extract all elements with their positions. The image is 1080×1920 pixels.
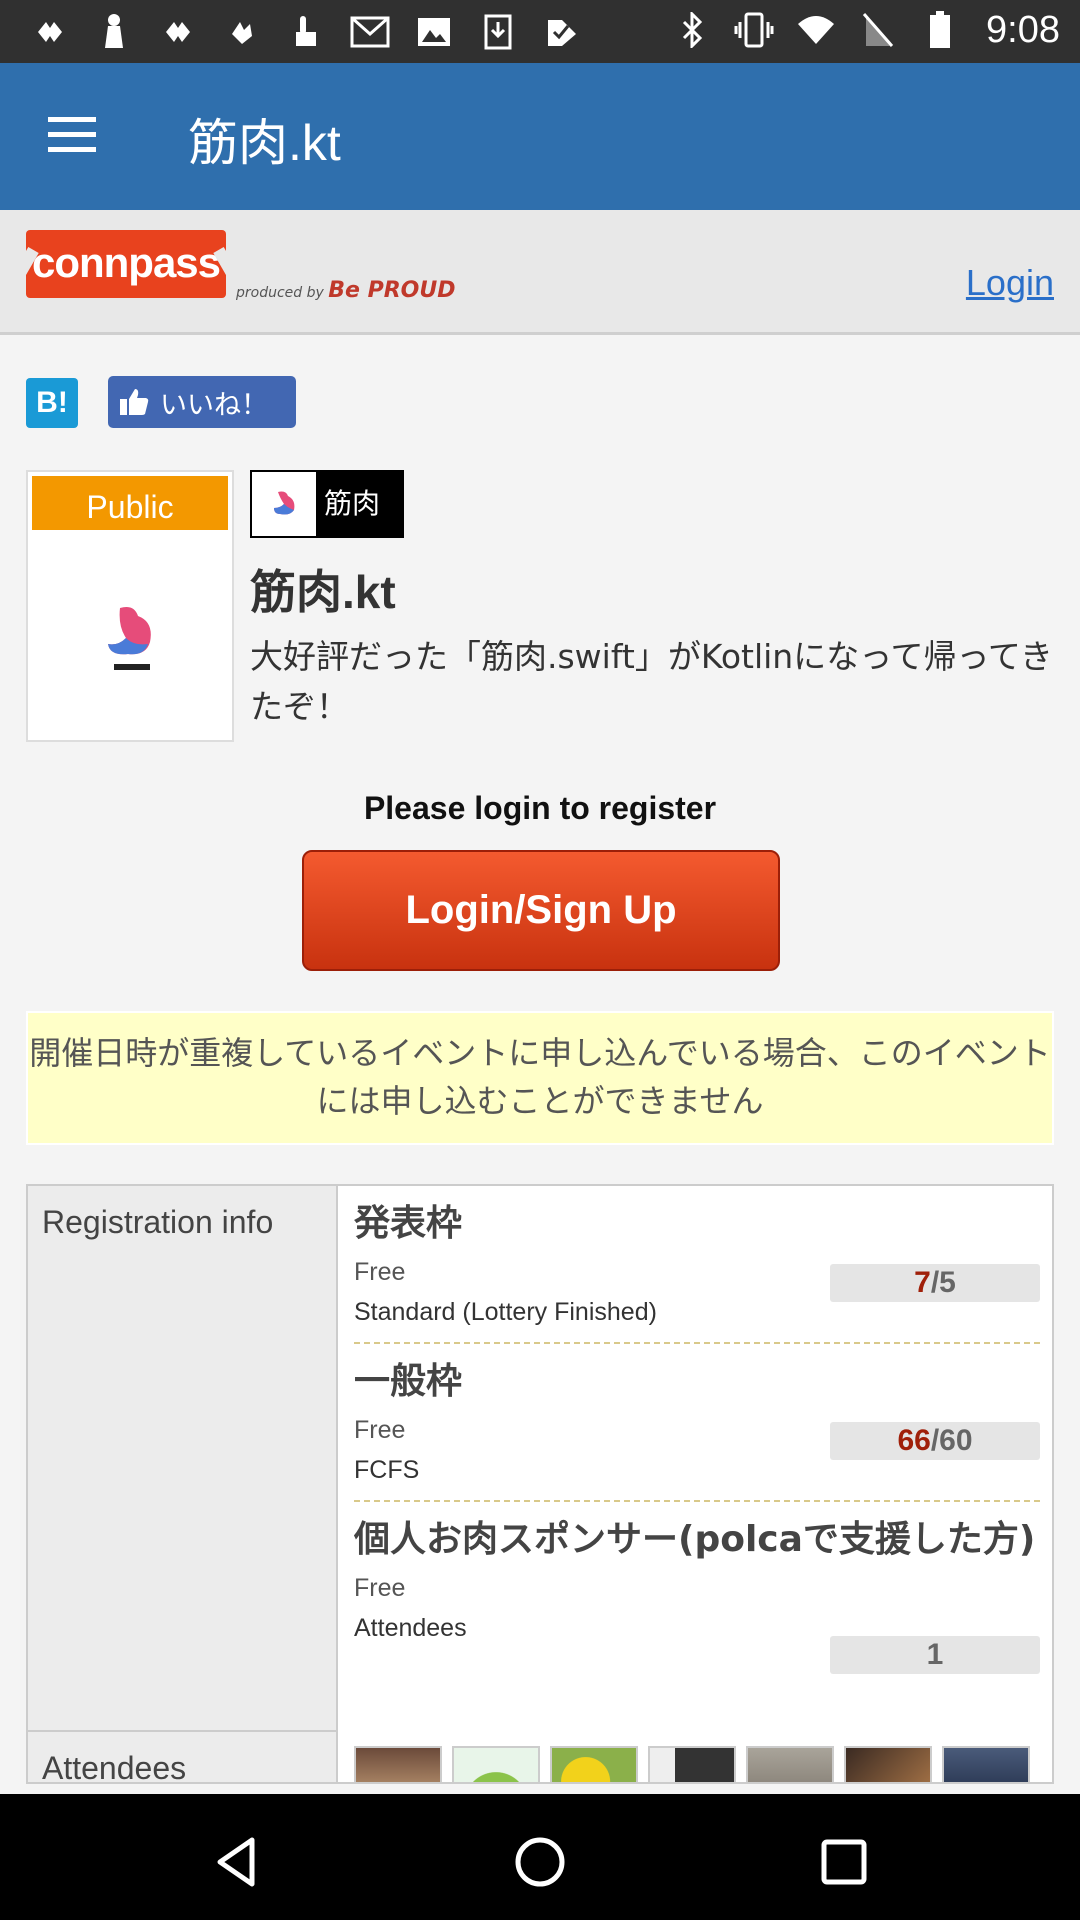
recents-icon[interactable] (814, 1832, 874, 1892)
battery-icon (918, 8, 962, 52)
produced-by-text: produced by (236, 285, 324, 301)
ticket-count-current: 7 (914, 1266, 931, 1299)
attendees-label: Attendees (28, 1730, 338, 1782)
app-icon (156, 10, 200, 54)
registration-info-label: Registration info (28, 1186, 338, 1730)
app-icon (28, 10, 72, 54)
login-signup-button[interactable]: Login/Sign Up (302, 850, 780, 971)
no-sim-icon (856, 8, 900, 52)
hatena-bookmark-button[interactable]: B! (26, 378, 78, 428)
registration-table: Registration info 発表枠 7/5 Free Standard … (26, 1184, 1054, 1784)
ticket-item: 個人お肉スポンサー(polcaで支援した方) 1 Free Attendees (354, 1512, 1040, 1674)
ticket-fee: Free (354, 1574, 406, 1602)
avatar[interactable] (354, 1746, 442, 1782)
mail-icon (348, 10, 392, 54)
group-badge[interactable]: 筋肉 (250, 470, 404, 538)
ticket-name: 個人お肉スポンサー(polcaで支援した方) (354, 1519, 1036, 1560)
ticket-name: 一般枠 (354, 1361, 463, 1402)
avatar[interactable] (844, 1746, 932, 1782)
app-bar: 筋肉.kt (0, 63, 1080, 210)
touch-icon (284, 10, 328, 54)
ticket-item: 発表枠 7/5 Free Standard (Lottery Finished) (354, 1196, 1040, 1344)
beproud-logo: Be PROUD (328, 278, 456, 303)
ticket-count: 7/5 (830, 1264, 1040, 1302)
event-thumbnail[interactable]: Public (26, 470, 234, 742)
avatar[interactable] (550, 1746, 638, 1782)
like-label: いいね！ (160, 389, 268, 421)
public-badge: Public (28, 472, 232, 534)
check-icon (540, 10, 584, 54)
navigation-bar (0, 1794, 1080, 1920)
event-title: 筋肉.kt (250, 566, 396, 618)
ticket-count-capacity: 1 (926, 1638, 944, 1671)
wifi-icon (794, 8, 838, 52)
ticket-count: 1 (830, 1636, 1040, 1674)
app-icon (220, 10, 264, 54)
back-icon[interactable] (206, 1832, 266, 1892)
ticket-name: 発表枠 (354, 1203, 463, 1244)
hamburger-menu-icon[interactable] (40, 111, 104, 161)
duplicate-event-notice: 開催日時が重複しているイベントに申し込んでいる場合、このイベントには申し込むこと… (26, 1011, 1054, 1145)
avatar[interactable] (648, 1746, 736, 1782)
chess-icon (92, 10, 136, 54)
avatar[interactable] (452, 1746, 540, 1782)
status-bar: 9:08 (0, 0, 1080, 63)
event-description: 大好評だった「筋肉.swift」がKotlinになって帰ってきたぞ！ (250, 637, 1053, 726)
avatar[interactable] (746, 1746, 834, 1782)
ticket-count-capacity: /5 (930, 1266, 956, 1299)
bluetooth-icon (670, 8, 714, 52)
clock: 9:08 (986, 8, 1060, 51)
attendee-avatars (354, 1746, 1030, 1782)
avatar[interactable] (942, 1746, 1030, 1782)
download-icon (476, 10, 520, 54)
login-prompt: Please login to register (363, 790, 717, 826)
thumbs-up-icon (120, 389, 149, 415)
connpass-logo[interactable]: connpass (26, 230, 226, 298)
produced-by-label: produced by Be PROUD (236, 278, 456, 303)
app-bar-title: 筋肉.kt (188, 115, 341, 171)
ticket-list: 発表枠 7/5 Free Standard (Lottery Finished)… (354, 1196, 1040, 1674)
group-name: 筋肉 (324, 487, 381, 520)
login-link[interactable]: Login (966, 262, 1054, 304)
event-logo-image (108, 607, 151, 670)
facebook-like-button[interactable]: いいね！ (108, 376, 296, 428)
group-icon (252, 472, 316, 536)
ticket-count-current: 66 (897, 1424, 931, 1457)
image-icon (412, 10, 456, 54)
ticket-count: 66/60 (830, 1422, 1040, 1460)
vibrate-icon (732, 8, 776, 52)
home-icon[interactable] (510, 1832, 570, 1892)
site-header: connpass produced by Be PROUD Login (0, 210, 1080, 335)
ticket-count-capacity: /60 (930, 1424, 973, 1457)
ticket-item: 一般枠 66/60 Free FCFS (354, 1354, 1040, 1502)
